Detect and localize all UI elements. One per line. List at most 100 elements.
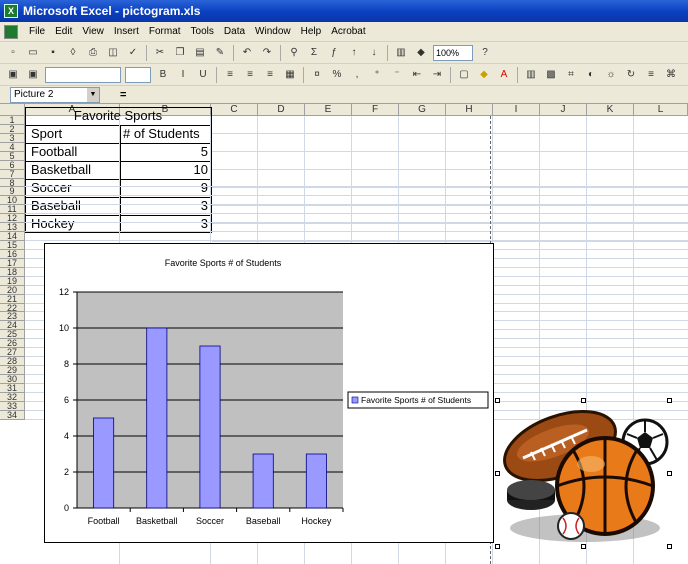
column-header-j[interactable]: J [540,104,587,116]
brightness-icon[interactable]: ☼ [603,67,619,83]
bar [252,453,274,509]
menu-window[interactable]: Window [250,26,296,37]
italic-icon[interactable]: I [175,67,191,83]
x-tick-label: Soccer [196,516,224,526]
menu-help[interactable]: Help [296,26,327,37]
new-icon[interactable]: ▫ [5,45,21,61]
drawing-icon[interactable]: ◆ [413,45,429,61]
column-header-f[interactable]: F [352,104,399,116]
align-center-icon[interactable]: ≡ [242,67,258,83]
menu-format[interactable]: Format [144,26,186,37]
contrast-icon[interactable]: ◐ [583,67,599,83]
crop-icon[interactable]: ⌗ [563,67,579,83]
font-color-icon[interactable]: A [496,67,512,83]
resize-handle[interactable] [495,471,500,476]
y-tick-label: 6 [64,395,69,405]
column-header-h[interactable]: H [446,104,493,116]
x-tick-label: Baseball [246,516,281,526]
tool-a-icon[interactable]: ▣ [5,67,21,83]
borders-icon[interactable]: ▢ [456,67,472,83]
column-header-l[interactable]: L [634,104,688,116]
undo-icon[interactable]: ↶ [239,45,255,61]
y-tick-label: 8 [64,359,69,369]
font-name-select[interactable] [45,66,121,83]
format-painter-icon[interactable]: ✎ [212,45,228,61]
chart-title: Favorite Sports # of Students [165,258,282,268]
bold-icon[interactable]: B [155,67,171,83]
column-header-k[interactable]: K [587,104,634,116]
table-rule [120,125,121,233]
percent-icon[interactable]: % [329,67,345,83]
y-tick-label: 10 [59,323,69,333]
menu-insert[interactable]: Insert [109,26,144,37]
chart-icon[interactable]: ▥ [523,67,539,83]
chart-wizard-icon[interactable]: ▥ [393,45,409,61]
resize-handle[interactable] [581,544,586,549]
zoom-select[interactable]: 100% [433,44,473,61]
gridline [212,241,688,242]
resize-handle[interactable] [667,544,672,549]
permission-icon[interactable]: ◊ [65,45,81,61]
print-icon[interactable]: ⎙ [85,45,101,61]
resize-handle[interactable] [667,471,672,476]
picture-icon[interactable]: ▩ [543,67,559,83]
column-header-e[interactable]: E [305,104,352,116]
sort-descending-icon[interactable]: ↓ [366,45,382,61]
decrease-decimal-icon[interactable]: ⁻ [389,67,405,83]
menu-edit[interactable]: Edit [50,26,77,37]
comma-icon[interactable]: , [349,67,365,83]
merge-center-icon[interactable]: ▦ [282,67,298,83]
resize-handle[interactable] [495,398,500,403]
underline-icon[interactable]: U [195,67,211,83]
column-header-g[interactable]: G [399,104,446,116]
sports-balls-clipart[interactable] [495,398,673,550]
toolbar-separator [450,66,451,83]
increase-decimal-icon[interactable]: ⁺ [369,67,385,83]
gridline [212,169,688,170]
menu-file[interactable]: File [24,26,50,37]
sort-ascending-icon[interactable]: ↑ [346,45,362,61]
increase-indent-icon[interactable]: ⇥ [429,67,445,83]
cut-icon[interactable]: ✂ [152,45,168,61]
resize-handle[interactable] [667,398,672,403]
row-header[interactable]: 34 [0,410,25,420]
decrease-indent-icon[interactable]: ⇤ [409,67,425,83]
column-header-i[interactable]: I [493,104,540,116]
menu-tools[interactable]: Tools [186,26,219,37]
line-style-icon[interactable]: ≡ [643,67,659,83]
embedded-chart[interactable]: Favorite Sports # of Students 0 2 4 6 8 10 12 Fo… [44,243,494,543]
menu-bar: File Edit View Insert Format Tools Data … [0,22,688,42]
align-left-icon[interactable]: ≡ [222,67,238,83]
tool-b-icon[interactable]: ▣ [25,67,41,83]
autosum-icon[interactable]: Σ [306,45,322,61]
help-icon[interactable]: ? [477,45,493,61]
chevron-down-icon[interactable]: ▼ [87,87,99,102]
redo-icon[interactable]: ↷ [259,45,275,61]
menu-view[interactable]: View [77,26,109,37]
paste-icon[interactable]: ▤ [192,45,208,61]
open-icon[interactable]: ▭ [25,45,41,61]
rotate-icon[interactable]: ↻ [623,67,639,83]
copy-icon[interactable]: ❐ [172,45,188,61]
column-header-c[interactable]: C [211,104,258,116]
font-size-select[interactable] [125,66,151,83]
menu-data[interactable]: Data [219,26,250,37]
resize-handle[interactable] [495,544,500,549]
fill-color-icon[interactable]: ◆ [476,67,492,83]
save-icon[interactable]: ▪ [45,45,61,61]
standard-toolbar: ▫ ▭ ▪ ◊ ⎙ ◫ ✓ ✂ ❐ ▤ ✎ ↶ ↷ ⚲ Σ ƒ ↑ ↓ ▥ ◆ … [0,42,688,64]
align-right-icon[interactable]: ≡ [262,67,278,83]
workbook-icon[interactable] [4,24,18,39]
currency-icon[interactable]: ¤ [309,67,325,83]
spelling-icon[interactable]: ✓ [125,45,141,61]
name-box[interactable]: Picture 2 ▼ [10,86,100,103]
resize-handle[interactable] [581,398,586,403]
bar [146,327,168,509]
hyperlink-icon[interactable]: ⚲ [286,45,302,61]
print-preview-icon[interactable]: ◫ [105,45,121,61]
function-icon[interactable]: ƒ [326,45,342,61]
gridline [212,151,688,152]
text-wrap-icon[interactable]: ⌘ [663,67,679,83]
column-header-d[interactable]: D [258,104,305,116]
menu-acrobat[interactable]: Acrobat [326,26,370,37]
